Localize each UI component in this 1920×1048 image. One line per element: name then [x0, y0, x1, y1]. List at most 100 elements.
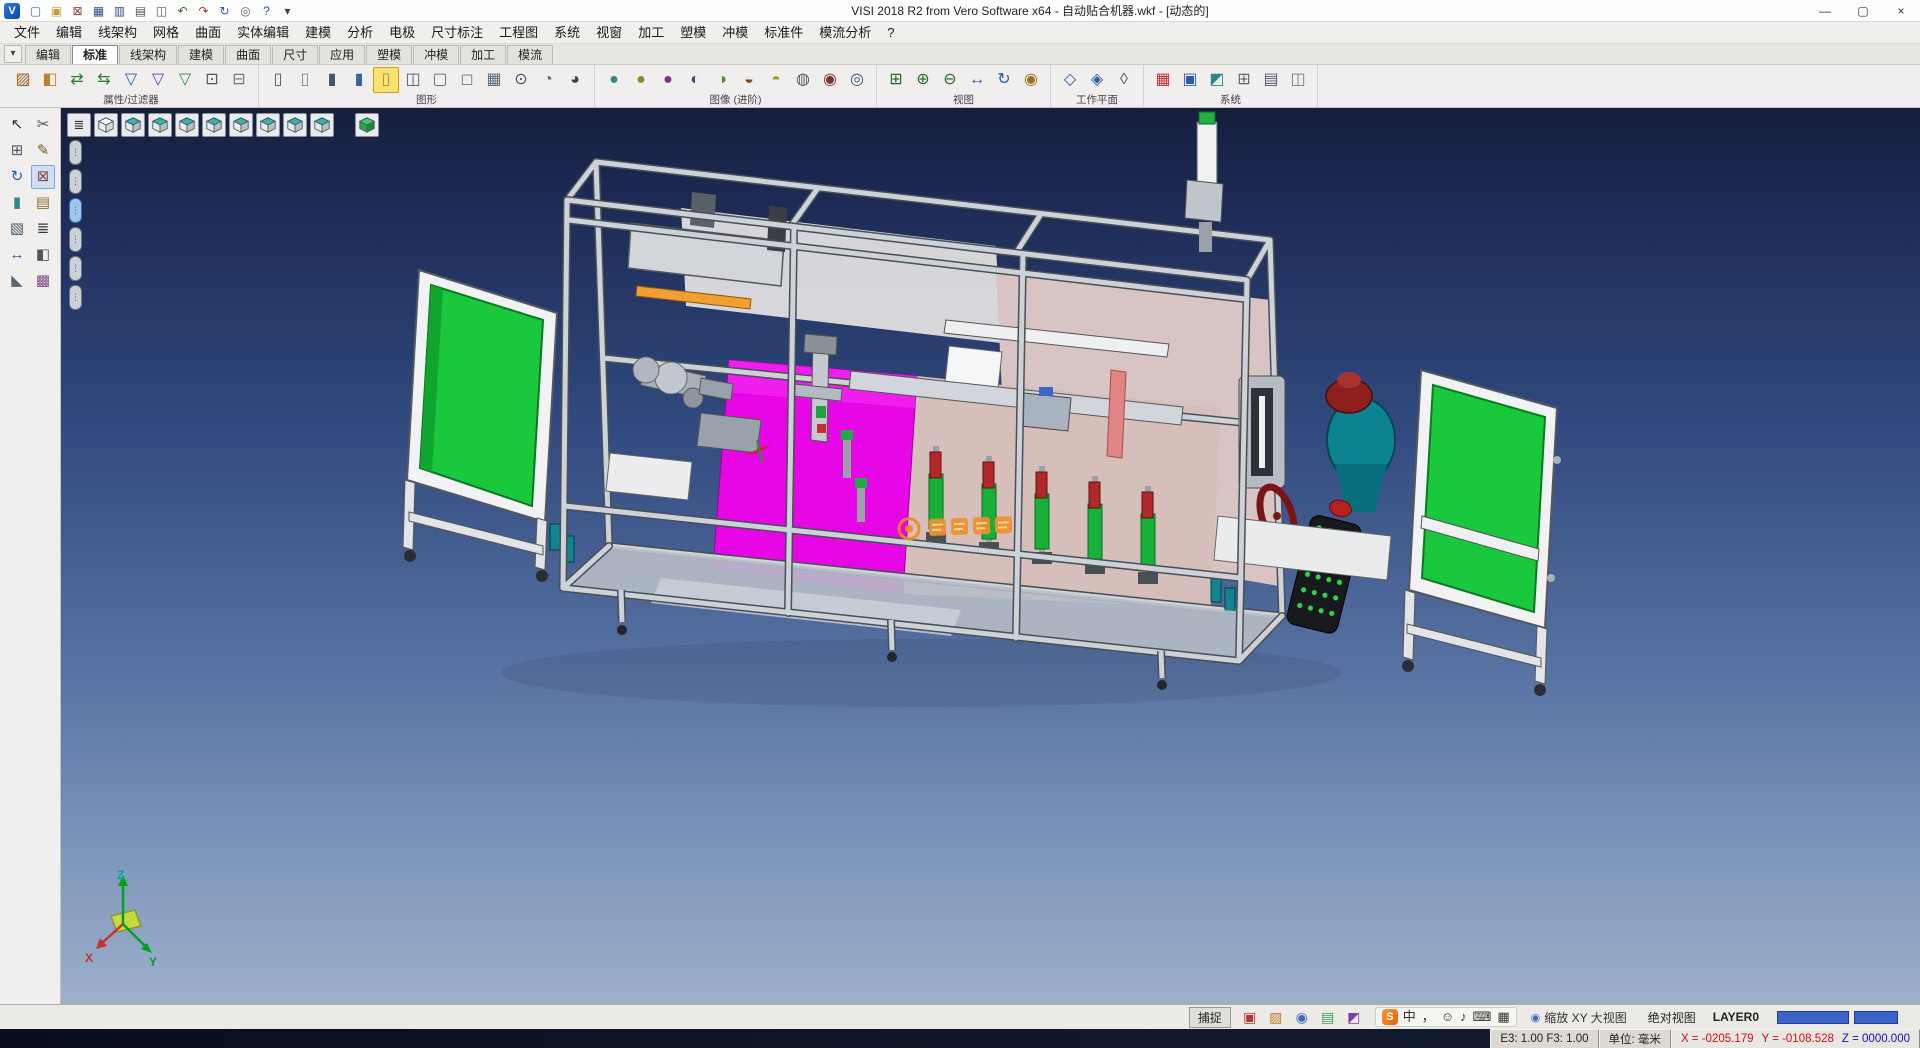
attribute-paint-icon[interactable]: ◧: [37, 67, 63, 93]
transparency-icon[interactable]: ◒: [736, 67, 762, 93]
toolbar-handle[interactable]: [69, 198, 82, 223]
layers-icon[interactable]: ≣: [31, 217, 55, 241]
ime-mic-icon[interactable]: ♪: [1460, 1009, 1467, 1025]
toolbar-handle[interactable]: [69, 285, 82, 310]
left-view-icon[interactable]: [202, 113, 226, 137]
snapshot-icon[interactable]: ◎: [844, 67, 870, 93]
menu-item[interactable]: 电极: [381, 22, 423, 43]
shaded-display-icon[interactable]: ▮: [319, 67, 345, 93]
ribbon-tab[interactable]: 尺寸: [272, 45, 318, 64]
ribbon-tab[interactable]: 加工: [460, 45, 506, 64]
shaded-edges-display-icon[interactable]: ▮: [346, 67, 372, 93]
menu-item[interactable]: 网格: [145, 22, 187, 43]
new-file-icon[interactable]: ▢: [26, 2, 45, 20]
hidden-line-display-icon[interactable]: ▯: [292, 67, 318, 93]
section-display-icon[interactable]: ◫: [400, 67, 426, 93]
menu-item[interactable]: 曲面: [187, 22, 229, 43]
annotation-icon[interactable]: ▤: [31, 191, 55, 215]
toolbar-handle[interactable]: [69, 169, 82, 194]
menu-item[interactable]: 文件: [6, 22, 48, 43]
texture-icon[interactable]: ●: [655, 67, 681, 93]
ribbon-tab[interactable]: 标准: [72, 45, 118, 64]
shaded-view-icon[interactable]: [121, 113, 145, 137]
right-view-icon[interactable]: [229, 113, 253, 137]
ribbon-tab[interactable]: 应用: [319, 45, 365, 64]
plane-icon[interactable]: ◣: [5, 269, 29, 293]
reflection-icon[interactable]: ◑: [709, 67, 735, 93]
rotate-view-icon[interactable]: ↻: [991, 67, 1017, 93]
front-view-icon[interactable]: [148, 113, 172, 137]
filter-layer-icon[interactable]: ▽: [172, 67, 198, 93]
wireframe-view-icon[interactable]: [94, 113, 118, 137]
save-icon[interactable]: ▦: [89, 2, 108, 20]
maximize-button[interactable]: ▢: [1844, 0, 1882, 21]
workplane-reset-icon[interactable]: ◊: [1111, 67, 1137, 93]
ghost-display-icon[interactable]: ▯: [373, 67, 399, 93]
preferences-icon[interactable]: ◫: [1285, 67, 1311, 93]
extrude-icon[interactable]: ▮: [5, 191, 29, 215]
bottom-view-icon[interactable]: [283, 113, 307, 137]
mesh-display-icon[interactable]: ▦: [481, 67, 507, 93]
ribbon-tab[interactable]: 编辑: [25, 45, 71, 64]
copy-attributes-icon[interactable]: ⇆: [91, 67, 117, 93]
print-icon[interactable]: ▤: [131, 2, 150, 20]
dynamic-rotate-icon[interactable]: [355, 113, 379, 137]
menu-item[interactable]: 工程图: [491, 22, 546, 43]
ribbon-tab[interactable]: 线架构: [119, 45, 177, 64]
layer-manager-icon[interactable]: ▦: [1150, 67, 1176, 93]
redo-icon[interactable]: ↷: [194, 2, 213, 20]
ribbon-tab[interactable]: 曲面: [225, 45, 271, 64]
menu-item[interactable]: 编辑: [48, 22, 90, 43]
ime-emoji-icon[interactable]: ☺: [1441, 1009, 1454, 1025]
wireframe-display-icon[interactable]: ▯: [265, 67, 291, 93]
ime-toolbox-icon[interactable]: ▦: [1497, 1009, 1509, 1025]
menu-item[interactable]: 建模: [297, 22, 339, 43]
menu-item[interactable]: 视窗: [588, 22, 630, 43]
silhouette-icon[interactable]: ◻: [454, 67, 480, 93]
settings-status-icon[interactable]: ◉: [1293, 1008, 1311, 1026]
calculator-icon[interactable]: ⊞: [1231, 67, 1257, 93]
back-view-icon[interactable]: [175, 113, 199, 137]
workplane-align-icon[interactable]: ◈: [1084, 67, 1110, 93]
block-icon[interactable]: ◧: [31, 243, 55, 267]
ime-keyboard-icon[interactable]: ⌨: [1473, 1009, 1492, 1025]
display-options-icon[interactable]: ▣: [1177, 67, 1203, 93]
selection-mask-icon[interactable]: ⊡: [199, 67, 225, 93]
open-file-icon[interactable]: ▣: [47, 2, 66, 20]
bounding-box-icon[interactable]: ▢: [427, 67, 453, 93]
select-icon[interactable]: ↖: [5, 113, 29, 137]
absolute-view-button[interactable]: 绝对视图: [1641, 1007, 1703, 1028]
palette-status-icon[interactable]: ◩: [1345, 1008, 1363, 1026]
delete-icon[interactable]: ⊠: [31, 165, 55, 189]
menu-item[interactable]: 标准件: [756, 22, 811, 43]
refresh-icon[interactable]: ↻: [215, 2, 234, 20]
material-icon[interactable]: ●: [628, 67, 654, 93]
shadow-icon[interactable]: ◐: [682, 67, 708, 93]
top-view-icon[interactable]: [256, 113, 280, 137]
settings-icon[interactable]: ◎: [236, 2, 255, 20]
quick-select-icon[interactable]: ⊟: [226, 67, 252, 93]
workplane-create-icon[interactable]: ◇: [1057, 67, 1083, 93]
menu-item[interactable]: 冲模: [714, 22, 756, 43]
render-mode-icon[interactable]: ●: [601, 67, 627, 93]
iso-view-icon[interactable]: [310, 113, 334, 137]
menu-item[interactable]: ?: [879, 22, 902, 43]
ime-lang-icon[interactable]: 中: [1403, 1009, 1416, 1025]
pan-view-icon[interactable]: ↔: [964, 67, 990, 93]
filter-type-icon[interactable]: ▽: [145, 67, 171, 93]
menu-item[interactable]: 塑模: [672, 22, 714, 43]
viewport[interactable]: ≣: [61, 108, 1920, 1004]
record-status-icon[interactable]: ▣: [1241, 1008, 1259, 1026]
ribbon-tab[interactable]: 塑模: [366, 45, 412, 64]
measure-icon[interactable]: ↔: [5, 243, 29, 267]
snap-toggle[interactable]: 捕捉: [1189, 1007, 1231, 1028]
menu-item[interactable]: 系统: [546, 22, 588, 43]
ribbon-tab[interactable]: 冲模: [413, 45, 459, 64]
close-button[interactable]: ×: [1882, 0, 1920, 21]
lighting-icon[interactable]: ◓: [763, 67, 789, 93]
undo-icon[interactable]: ↶: [173, 2, 192, 20]
layer-color-swatch[interactable]: [1777, 1011, 1849, 1024]
toolbar-handle[interactable]: [69, 140, 82, 165]
system-settings-icon[interactable]: ◩: [1204, 67, 1230, 93]
transform-icon[interactable]: ⊞: [5, 139, 29, 163]
